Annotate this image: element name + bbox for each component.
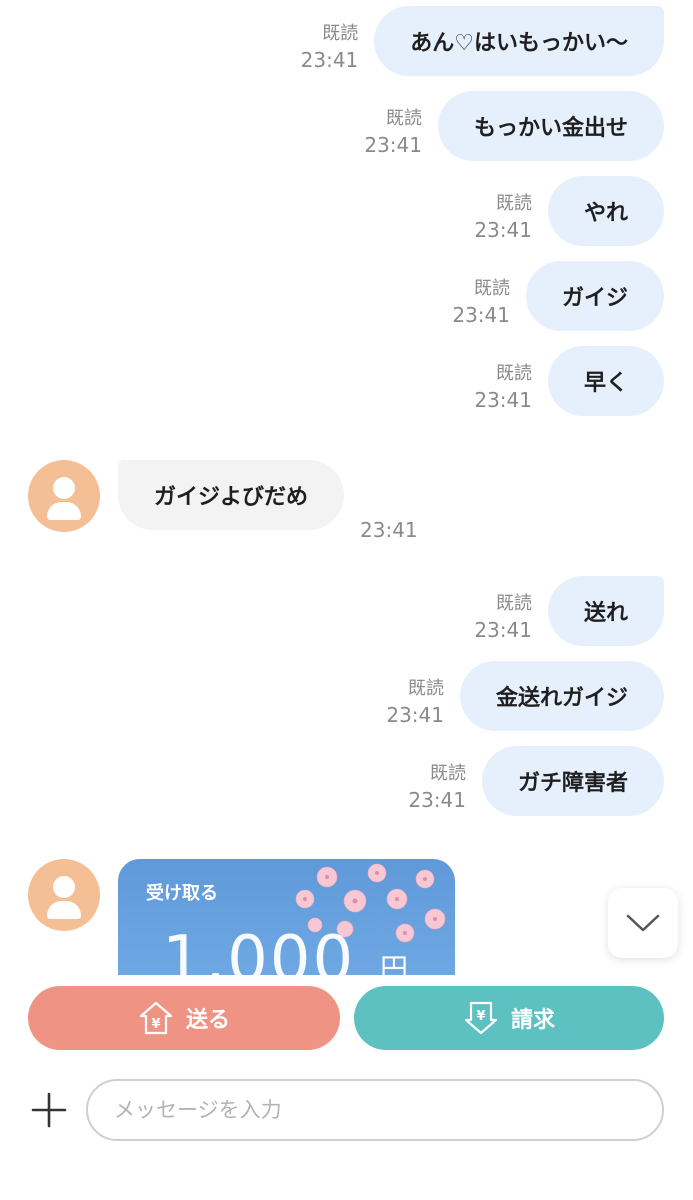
message-bubble[interactable]: ガイジよびだめ bbox=[118, 460, 345, 530]
message-time: 23:41 bbox=[300, 48, 359, 72]
message-time: 23:41 bbox=[386, 703, 444, 727]
scroll-to-bottom-button[interactable] bbox=[608, 888, 678, 958]
message-meta: 既読 23:41 bbox=[474, 362, 532, 414]
read-receipt: 既読 bbox=[495, 363, 532, 384]
read-receipt: 既読 bbox=[495, 593, 532, 614]
message-time: 23:41 bbox=[408, 788, 466, 812]
svg-text:¥: ¥ bbox=[476, 1009, 485, 1024]
message-row-outgoing: 既読 23:41 早く bbox=[474, 346, 664, 416]
yen-down-icon: ¥ bbox=[463, 1000, 499, 1036]
message-row-outgoing: 既読 23:41 もっかい金出せ bbox=[364, 91, 664, 161]
read-receipt: 既読 bbox=[495, 193, 532, 214]
plus-icon bbox=[31, 1092, 67, 1128]
message-bubble[interactable]: あん♡はいもっかい〜 bbox=[374, 6, 664, 76]
send-money-button[interactable]: ¥ 送る bbox=[28, 986, 340, 1050]
message-meta: 既読 23:41 bbox=[474, 192, 532, 244]
message-bubble[interactable]: 金送れガイジ bbox=[459, 661, 664, 731]
yen-up-icon: ¥ bbox=[138, 1000, 174, 1036]
chat-thread[interactable]: 既読 23:41 あん♡はいもっかい〜 既読 23:41 もっかい金出せ 既読 … bbox=[0, 0, 693, 975]
message-row-outgoing: 既読 23:41 送れ bbox=[474, 576, 664, 646]
message-bubble[interactable]: やれ bbox=[547, 176, 664, 246]
read-receipt: 既読 bbox=[429, 763, 466, 784]
message-bubble[interactable]: ガイジ bbox=[525, 261, 664, 331]
attach-button[interactable] bbox=[30, 1091, 68, 1129]
message-composer bbox=[0, 1079, 693, 1143]
request-money-label: 請求 bbox=[510, 1008, 555, 1033]
request-money-button[interactable]: ¥ 請求 bbox=[354, 986, 664, 1050]
message-time: 23:41 bbox=[474, 388, 532, 412]
message-meta: 既読 23:41 bbox=[364, 107, 422, 159]
message-input[interactable] bbox=[86, 1079, 664, 1141]
message-row-outgoing: 既読 23:41 あん♡はいもっかい〜 bbox=[301, 6, 664, 76]
message-row-outgoing: 既読 23:41 金送れガイジ bbox=[386, 661, 664, 731]
read-receipt: 既読 bbox=[407, 678, 444, 699]
message-row-outgoing: 既読 23:41 ガイジ bbox=[452, 261, 664, 331]
send-money-label: 送る bbox=[185, 1008, 230, 1033]
message-bubble[interactable]: 早く bbox=[547, 346, 664, 416]
message-bubble[interactable]: ガチ障害者 bbox=[481, 746, 664, 816]
message-time: 23:41 bbox=[364, 133, 422, 157]
read-receipt: 既読 bbox=[385, 108, 422, 129]
chevron-down-icon bbox=[626, 914, 660, 932]
message-bubble[interactable]: 送れ bbox=[547, 576, 664, 646]
message-row-incoming: ガイジよびだめ 23:41 bbox=[118, 460, 418, 542]
message-meta: 既読 23:41 bbox=[474, 592, 532, 644]
message-time: 23:41 bbox=[452, 303, 510, 327]
message-time: 23:41 bbox=[360, 518, 418, 542]
message-meta: 既読 23:41 bbox=[386, 677, 444, 729]
message-bubble[interactable]: もっかい金出せ bbox=[437, 91, 664, 161]
avatar[interactable] bbox=[28, 460, 100, 532]
money-transfer-card[interactable]: 受け取る 1,000 円 bbox=[118, 859, 455, 975]
transfer-label: 受け取る bbox=[146, 883, 218, 904]
transfer-amount: 1,000 bbox=[162, 923, 356, 975]
avatar[interactable] bbox=[28, 859, 100, 931]
message-time: 23:41 bbox=[474, 618, 532, 642]
message-row-outgoing: 既読 23:41 やれ bbox=[474, 176, 664, 246]
read-receipt: 既読 bbox=[322, 23, 359, 44]
message-time: 23:41 bbox=[474, 218, 532, 242]
message-meta: 既読 23:41 bbox=[408, 762, 466, 814]
svg-text:¥: ¥ bbox=[151, 1017, 160, 1032]
read-receipt: 既読 bbox=[473, 278, 510, 299]
message-meta: 既読 23:41 bbox=[301, 22, 359, 74]
message-row-outgoing: 既読 23:41 ガチ障害者 bbox=[408, 746, 664, 816]
transfer-unit: 円 bbox=[380, 952, 409, 975]
message-meta: 既読 23:41 bbox=[452, 277, 510, 329]
